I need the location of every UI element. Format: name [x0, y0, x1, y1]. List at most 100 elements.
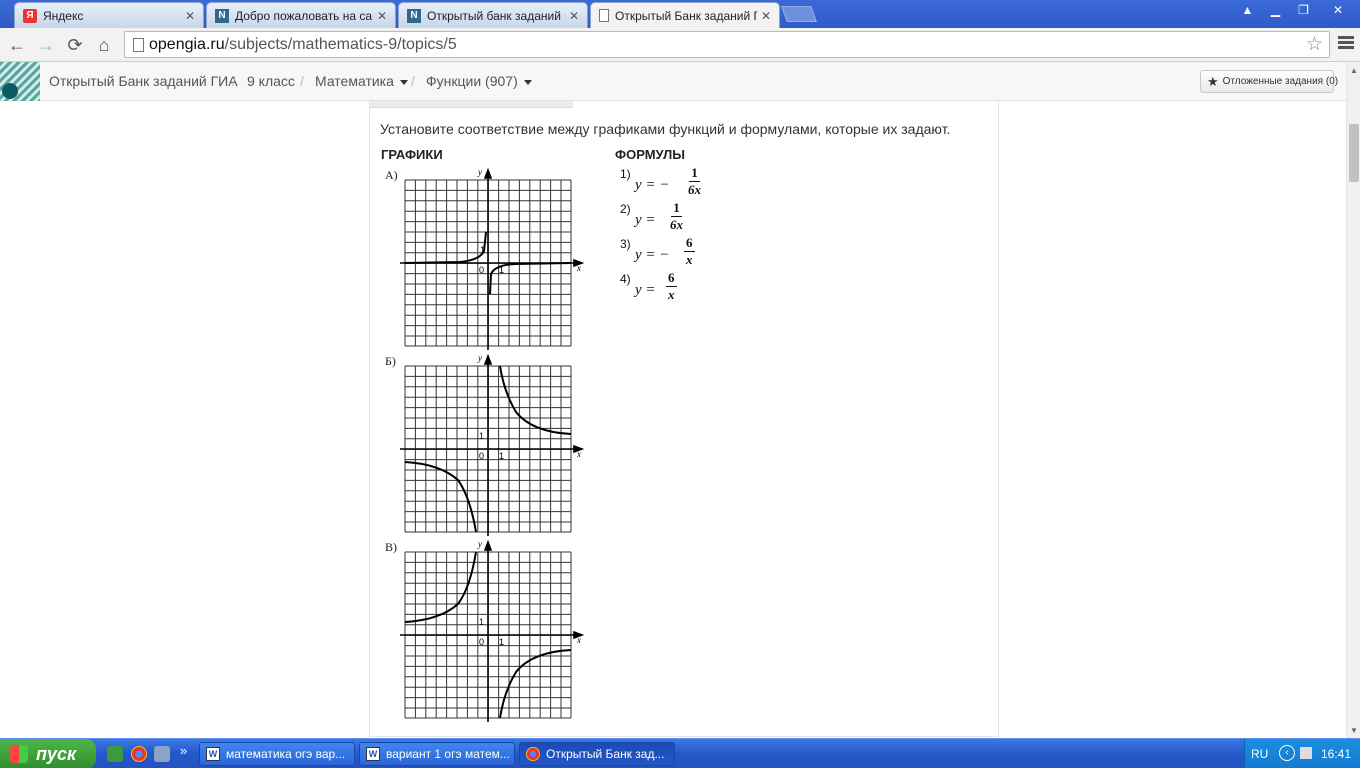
minimize-button[interactable]: ▁	[1262, 0, 1289, 20]
windows-taskbar: пуск » W математика огэ вар... W вариант…	[0, 738, 1360, 768]
breadcrumb-separator: /	[411, 73, 415, 89]
graph-c-label: В)	[385, 540, 397, 554]
fraction: 6 x	[666, 270, 677, 303]
new-tab-button[interactable]	[781, 6, 817, 22]
screen: Я Яндекс ✕ N Добро пожаловать на сайт ✕ …	[0, 0, 1360, 768]
site-navbar: Открытый Банк заданий ГИА / 9 класс / Ма…	[0, 62, 1346, 101]
close-tab-icon[interactable]: ✕	[569, 9, 579, 23]
yandex-icon: Я	[23, 8, 37, 23]
numerator: 6	[666, 270, 677, 287]
language-indicator[interactable]: RU	[1251, 747, 1268, 761]
breadcrumb-home[interactable]: Открытый Банк заданий ГИА	[49, 73, 238, 89]
task-word-1[interactable]: W математика огэ вар...	[199, 742, 355, 766]
formula-lhs: y =	[635, 282, 656, 298]
x-axis-label: x	[576, 263, 581, 273]
denominator: x	[668, 287, 675, 302]
formula-number: 4)	[620, 272, 631, 286]
origin-label: 0	[479, 451, 484, 461]
curve	[404, 231, 487, 264]
more-icon[interactable]: »	[180, 743, 187, 758]
formula-lhs: y = −	[635, 177, 670, 193]
chrome-menu-button[interactable]	[1336, 28, 1358, 62]
deferred-tasks-button[interactable]: ★ Отложенные задания (0)	[1200, 70, 1338, 93]
task-title: Открытый Банк зад...	[546, 747, 665, 761]
browser-tab-strip: Я Яндекс ✕ N Добро пожаловать на сайт ✕ …	[0, 0, 1360, 28]
site-favicon-icon: N	[215, 8, 229, 23]
y-axis-label: y	[477, 353, 482, 363]
utorrent-icon[interactable]	[107, 746, 123, 762]
formula-1: 1) y = − 1 6x	[620, 165, 720, 203]
formula-number: 3)	[620, 237, 631, 251]
tools-icon[interactable]	[154, 746, 170, 762]
close-tab-icon[interactable]: ✕	[761, 9, 771, 23]
fraction: 1 6x	[686, 165, 703, 198]
tray-expand-icon[interactable]: ‹	[1279, 745, 1295, 761]
close-window-button[interactable]: ✕	[1318, 0, 1358, 20]
user-icon[interactable]: ▲	[1234, 0, 1261, 20]
tab-yandex[interactable]: Я Яндекс ✕	[14, 2, 204, 28]
graph-c: y x 0 1 1	[400, 539, 585, 722]
graph-a: y x 0 1 1	[400, 167, 585, 350]
restore-button[interactable]: ❐	[1290, 0, 1317, 20]
task-chrome[interactable]: Открытый Банк зад...	[519, 742, 675, 766]
page-scrollbar[interactable]: ▲ ▼	[1346, 62, 1360, 738]
fraction: 6 x	[684, 235, 695, 268]
site-favicon-icon: N	[407, 8, 421, 23]
y-axis-label: y	[477, 539, 482, 549]
clock[interactable]: 16:41	[1321, 747, 1351, 761]
breadcrumb-grade[interactable]: 9 класс	[247, 73, 295, 89]
address-bar[interactable]: opengia.ru/subjects/mathematics-9/topics…	[124, 31, 1330, 58]
formula-3: 3) y = − 6 x	[620, 235, 720, 273]
chrome-icon[interactable]	[131, 746, 147, 762]
tab-title: Открытый Банк заданий П	[615, 8, 757, 23]
scroll-thumb[interactable]	[1349, 124, 1359, 182]
numerator: 6	[684, 235, 695, 252]
numerator: 1	[689, 165, 700, 182]
breadcrumb-separator: /	[232, 73, 236, 89]
windows-logo-icon	[10, 745, 28, 763]
site-logo[interactable]	[0, 62, 40, 101]
unit-label: 1	[499, 265, 504, 275]
unit-label: 1	[499, 637, 504, 647]
tab-open-bank-o[interactable]: N Открытый банк заданий О ✕	[398, 2, 588, 28]
forward-button[interactable]: →	[34, 33, 58, 57]
formulas-header: ФОРМУЛЫ	[615, 147, 685, 162]
graphs-header: ГРАФИКИ	[381, 147, 443, 162]
word-icon: W	[366, 747, 380, 761]
task-title: вариант 1 огэ матем...	[386, 747, 510, 761]
system-tray: RU ‹ 16:41	[1244, 739, 1360, 768]
tab-title: Добро пожаловать на сайт	[235, 8, 373, 23]
task-word-2[interactable]: W вариант 1 огэ матем...	[359, 742, 515, 766]
close-tab-icon[interactable]: ✕	[377, 9, 387, 23]
chevron-down-icon	[399, 79, 408, 85]
breadcrumb-topic[interactable]: Функции (907)	[426, 73, 532, 89]
network-icon[interactable]	[1300, 747, 1312, 759]
tab-welcome[interactable]: N Добро пожаловать на сайт ✕	[206, 2, 396, 28]
task-header-strip	[370, 101, 573, 108]
denominator: 6x	[670, 217, 683, 232]
formula-lhs: y =	[635, 212, 656, 228]
graph-b: y x 0 1 1	[400, 353, 585, 536]
task-title: математика огэ вар...	[226, 747, 346, 761]
task-card: Установите соответствие между графиками …	[369, 101, 999, 737]
unit-label: 1	[480, 245, 485, 255]
bookmark-star-icon[interactable]: ☆	[1306, 32, 1323, 57]
graph-a-label: А)	[385, 168, 398, 182]
word-icon: W	[206, 747, 220, 761]
start-button[interactable]: пуск	[0, 739, 96, 768]
tab-title: Открытый банк заданий О	[427, 8, 565, 23]
graph-b-label: Б)	[385, 354, 396, 368]
home-button[interactable]: ⌂	[92, 33, 116, 57]
breadcrumb-subject[interactable]: Математика	[315, 73, 408, 89]
back-button[interactable]: ←	[5, 33, 29, 57]
origin-label: 0	[479, 637, 484, 647]
unit-label: 1	[499, 451, 504, 461]
close-tab-icon[interactable]: ✕	[185, 9, 195, 23]
scroll-up-icon[interactable]: ▲	[1350, 66, 1358, 75]
scroll-down-icon[interactable]: ▼	[1350, 726, 1358, 735]
numerator: 1	[671, 200, 682, 217]
reload-button[interactable]: ⟳	[63, 33, 87, 57]
tab-open-bank-active[interactable]: Открытый Банк заданий П ✕	[590, 2, 780, 28]
url-host: opengia.ru	[149, 36, 225, 53]
page-icon	[599, 9, 609, 22]
